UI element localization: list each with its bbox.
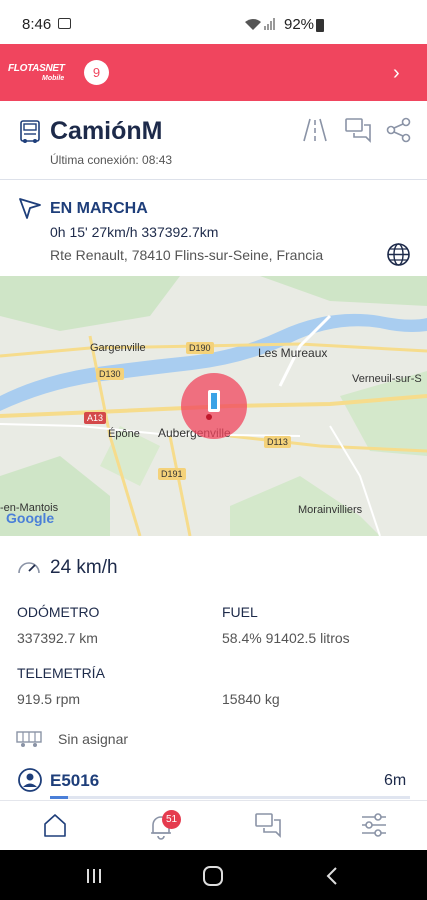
driver-time: 6m bbox=[384, 772, 407, 789]
chat-icon[interactable] bbox=[344, 117, 372, 143]
gallery-icon bbox=[58, 18, 71, 29]
settings-sliders-icon[interactable] bbox=[360, 812, 388, 838]
truck-icon bbox=[20, 120, 40, 143]
notifications-badge: 51 bbox=[162, 810, 181, 829]
speedometer-icon bbox=[18, 562, 40, 574]
driver-code[interactable]: E5016 bbox=[50, 771, 99, 791]
navigation-arrow-icon bbox=[19, 198, 41, 219]
weight-value: 15840 kg bbox=[222, 691, 280, 707]
recent-apps-icon[interactable] bbox=[84, 866, 104, 886]
road-tag: D190 bbox=[186, 342, 214, 354]
current-speed: 24 km/h bbox=[50, 557, 118, 578]
messages-icon[interactable] bbox=[254, 812, 282, 838]
road-tag: D191 bbox=[158, 468, 186, 480]
divider bbox=[0, 179, 427, 180]
road-tag: D113 bbox=[264, 436, 291, 448]
google-attribution: Google bbox=[6, 510, 55, 526]
fuel-value: 58.4% 91402.5 litros bbox=[222, 630, 350, 646]
map-place-label: Morainvilliers bbox=[298, 504, 363, 516]
back-icon[interactable] bbox=[322, 866, 342, 886]
wifi-signal-icon bbox=[245, 18, 275, 30]
trip-stats: 0h 15' 27km/h 337392.7km bbox=[50, 224, 219, 240]
vehicle-address: Rte Renault, 78410 Flins-sur-Seine, Fran… bbox=[50, 247, 324, 263]
map-place-label: Verneuil-sur-S bbox=[352, 373, 422, 385]
app-logo-sub: Mobile bbox=[42, 75, 65, 82]
vehicle-name: CamiónM bbox=[50, 117, 163, 145]
last-connection: Última conexión: 08:43 bbox=[50, 153, 173, 167]
map-view[interactable]: Gargenville Les Mureaux Verneuil-sur-S É… bbox=[0, 276, 427, 536]
odometer-label: ODÓMETRO bbox=[17, 604, 100, 620]
rpm-value: 919.5 rpm bbox=[17, 691, 81, 707]
road-tag: D130 bbox=[96, 368, 124, 380]
odometer-value: 337392.7 km bbox=[17, 630, 98, 646]
vehicle-marker[interactable] bbox=[180, 372, 248, 440]
chevron-right-icon[interactable]: › bbox=[393, 62, 400, 85]
home-button-icon[interactable] bbox=[202, 866, 224, 886]
map-place-label: Épône bbox=[108, 428, 140, 440]
trailer-icon bbox=[16, 731, 42, 747]
share-icon[interactable] bbox=[386, 117, 412, 143]
app-logo: FLOTASNET bbox=[8, 63, 65, 74]
home-icon[interactable] bbox=[42, 812, 68, 838]
status-time: 8:46 bbox=[22, 16, 52, 33]
road-icon[interactable] bbox=[302, 117, 328, 143]
globe-icon[interactable] bbox=[386, 242, 411, 267]
driver-icon bbox=[18, 768, 42, 792]
road-tag: A13 bbox=[84, 412, 107, 424]
telemetry-label: TELEMETRÍA bbox=[17, 665, 105, 681]
battery-icon bbox=[316, 19, 324, 32]
fuel-label: FUEL bbox=[222, 604, 258, 620]
battery-percent: 92% bbox=[284, 16, 315, 33]
vehicle-status: EN MARCHA bbox=[50, 200, 148, 217]
driver-progress-fill bbox=[50, 796, 68, 799]
driver-progress-track bbox=[50, 796, 410, 799]
map-place-label: Gargenville bbox=[90, 342, 146, 354]
trailer-status: Sin asignar bbox=[58, 731, 129, 747]
map-place-label: Les Mureaux bbox=[258, 346, 328, 360]
vehicle-count-badge[interactable]: 9 bbox=[84, 60, 109, 85]
